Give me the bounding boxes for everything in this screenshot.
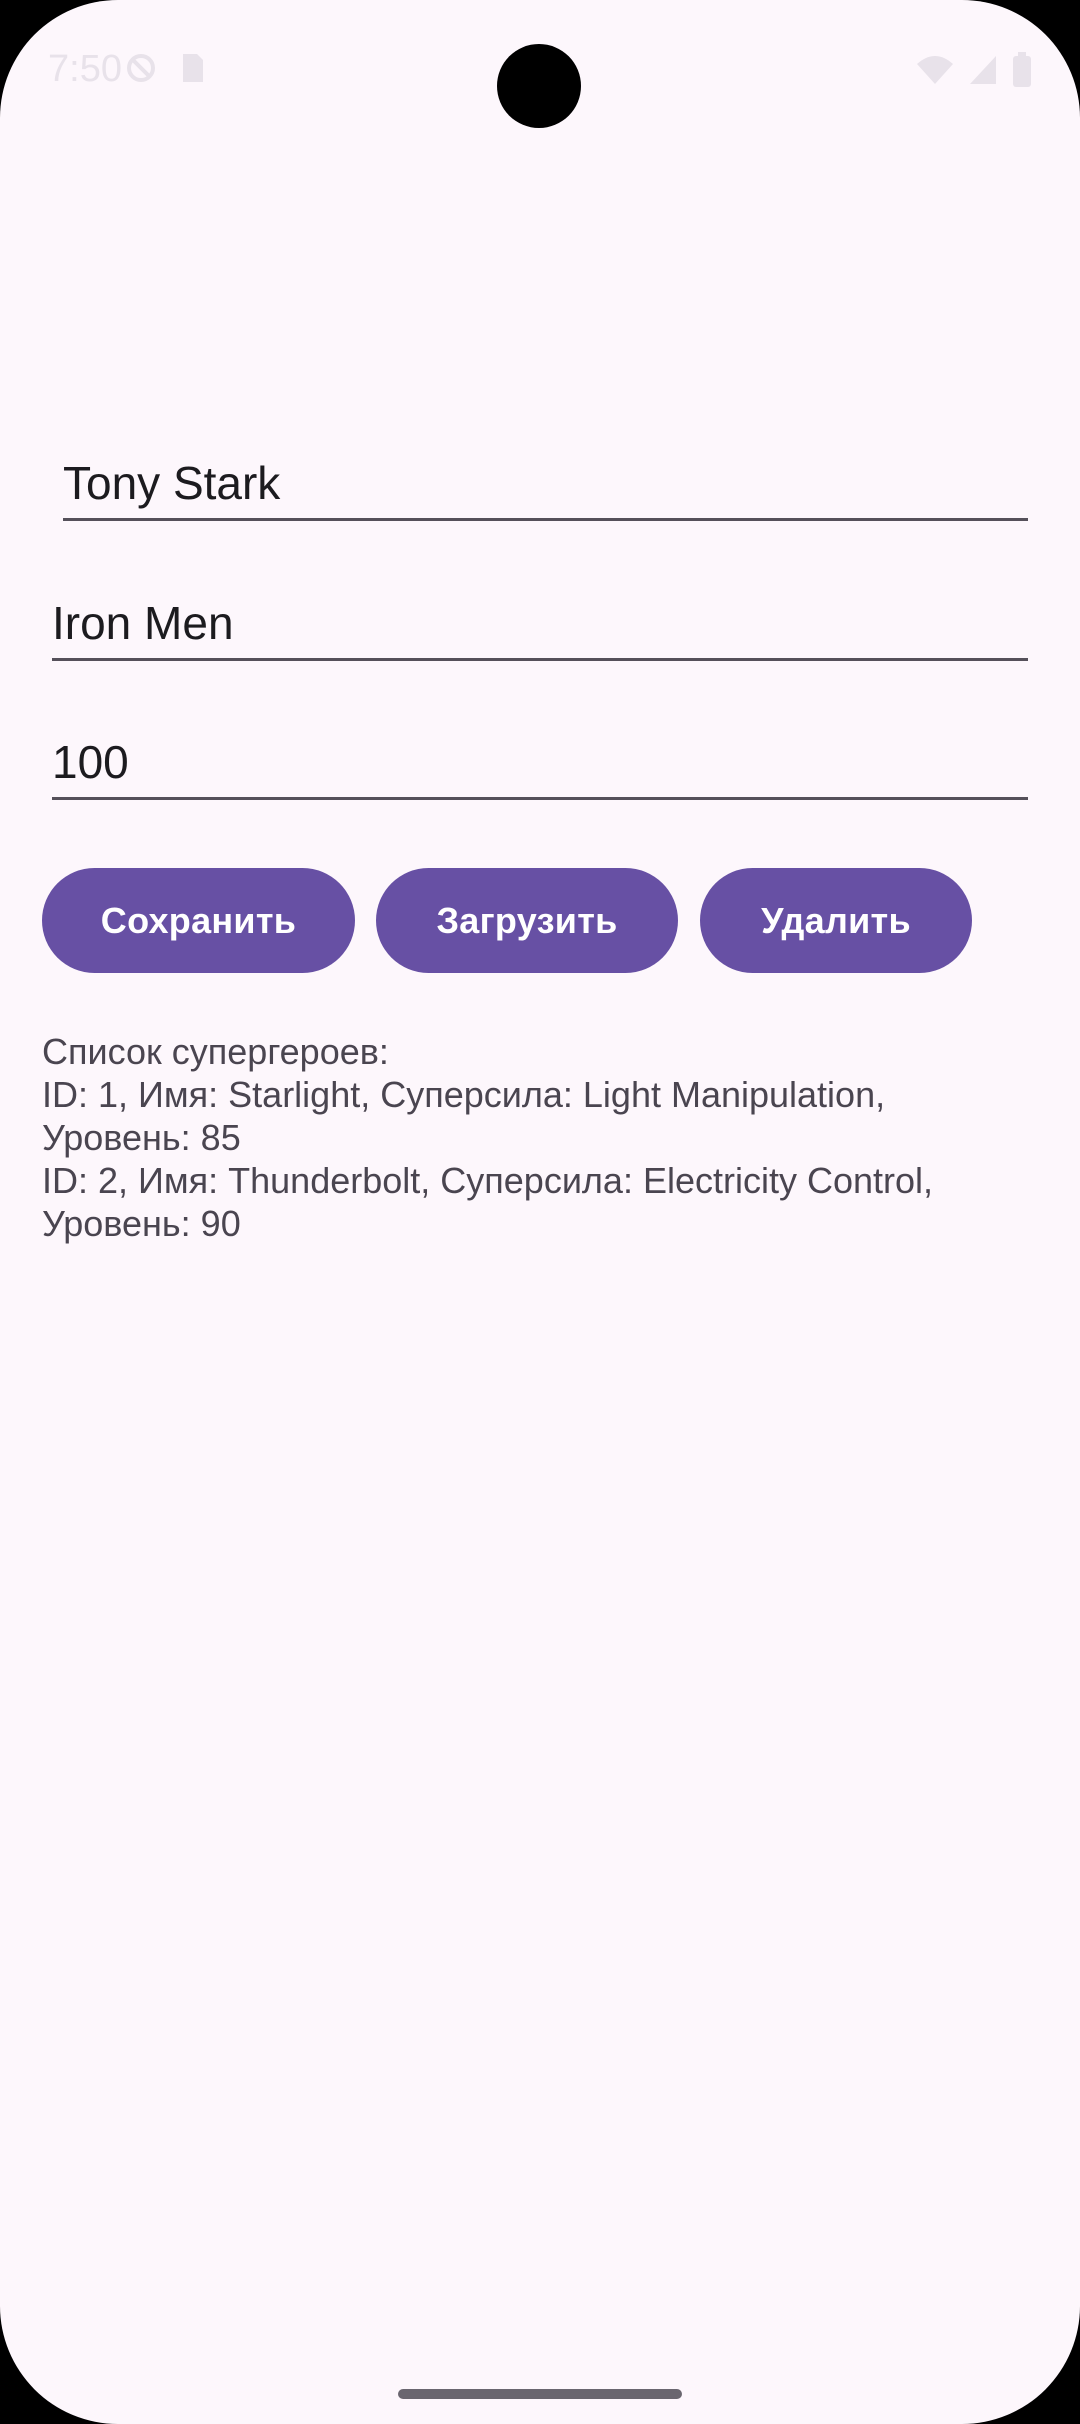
superhero-list: Список супергероев: ID: 1, Имя: Starligh… [42,1030,1042,1245]
load-button[interactable]: Загрузить [376,868,678,973]
superhero-list-item: ID: 2, Имя: Thunderbolt, Суперсила: Elec… [42,1160,934,1244]
superhero-list-title: Список супергероев: [42,1031,389,1072]
power-input[interactable] [52,596,1028,650]
name-input[interactable] [63,456,1028,510]
app-screen: 7:50 Tony Stark Iron Men 100 Сохранить З… [0,0,1080,2424]
level-field[interactable] [52,711,1028,800]
status-time: 7:50 [48,48,122,90]
signal-icon [970,56,996,84]
sim-card-icon [183,54,203,82]
wifi-icon [917,56,953,84]
load-button-label: Загрузить [436,899,618,941]
power-field[interactable] [52,572,1028,661]
delete-button[interactable]: Удалить [700,868,972,973]
status-left-icons [125,52,205,84]
save-button[interactable]: Сохранить [42,868,355,973]
do-not-disturb-icon [127,54,155,82]
battery-icon [1013,52,1031,87]
delete-button-label: Удалить [761,899,911,941]
level-input[interactable] [52,735,1028,789]
home-indicator[interactable] [398,2389,682,2399]
superhero-list-item: ID: 1, Имя: Starlight, Суперсила: Light … [42,1074,886,1158]
status-right-icons [916,52,1032,88]
save-button-label: Сохранить [100,899,297,941]
camera-cutout [497,44,581,128]
name-field[interactable] [63,432,1028,521]
